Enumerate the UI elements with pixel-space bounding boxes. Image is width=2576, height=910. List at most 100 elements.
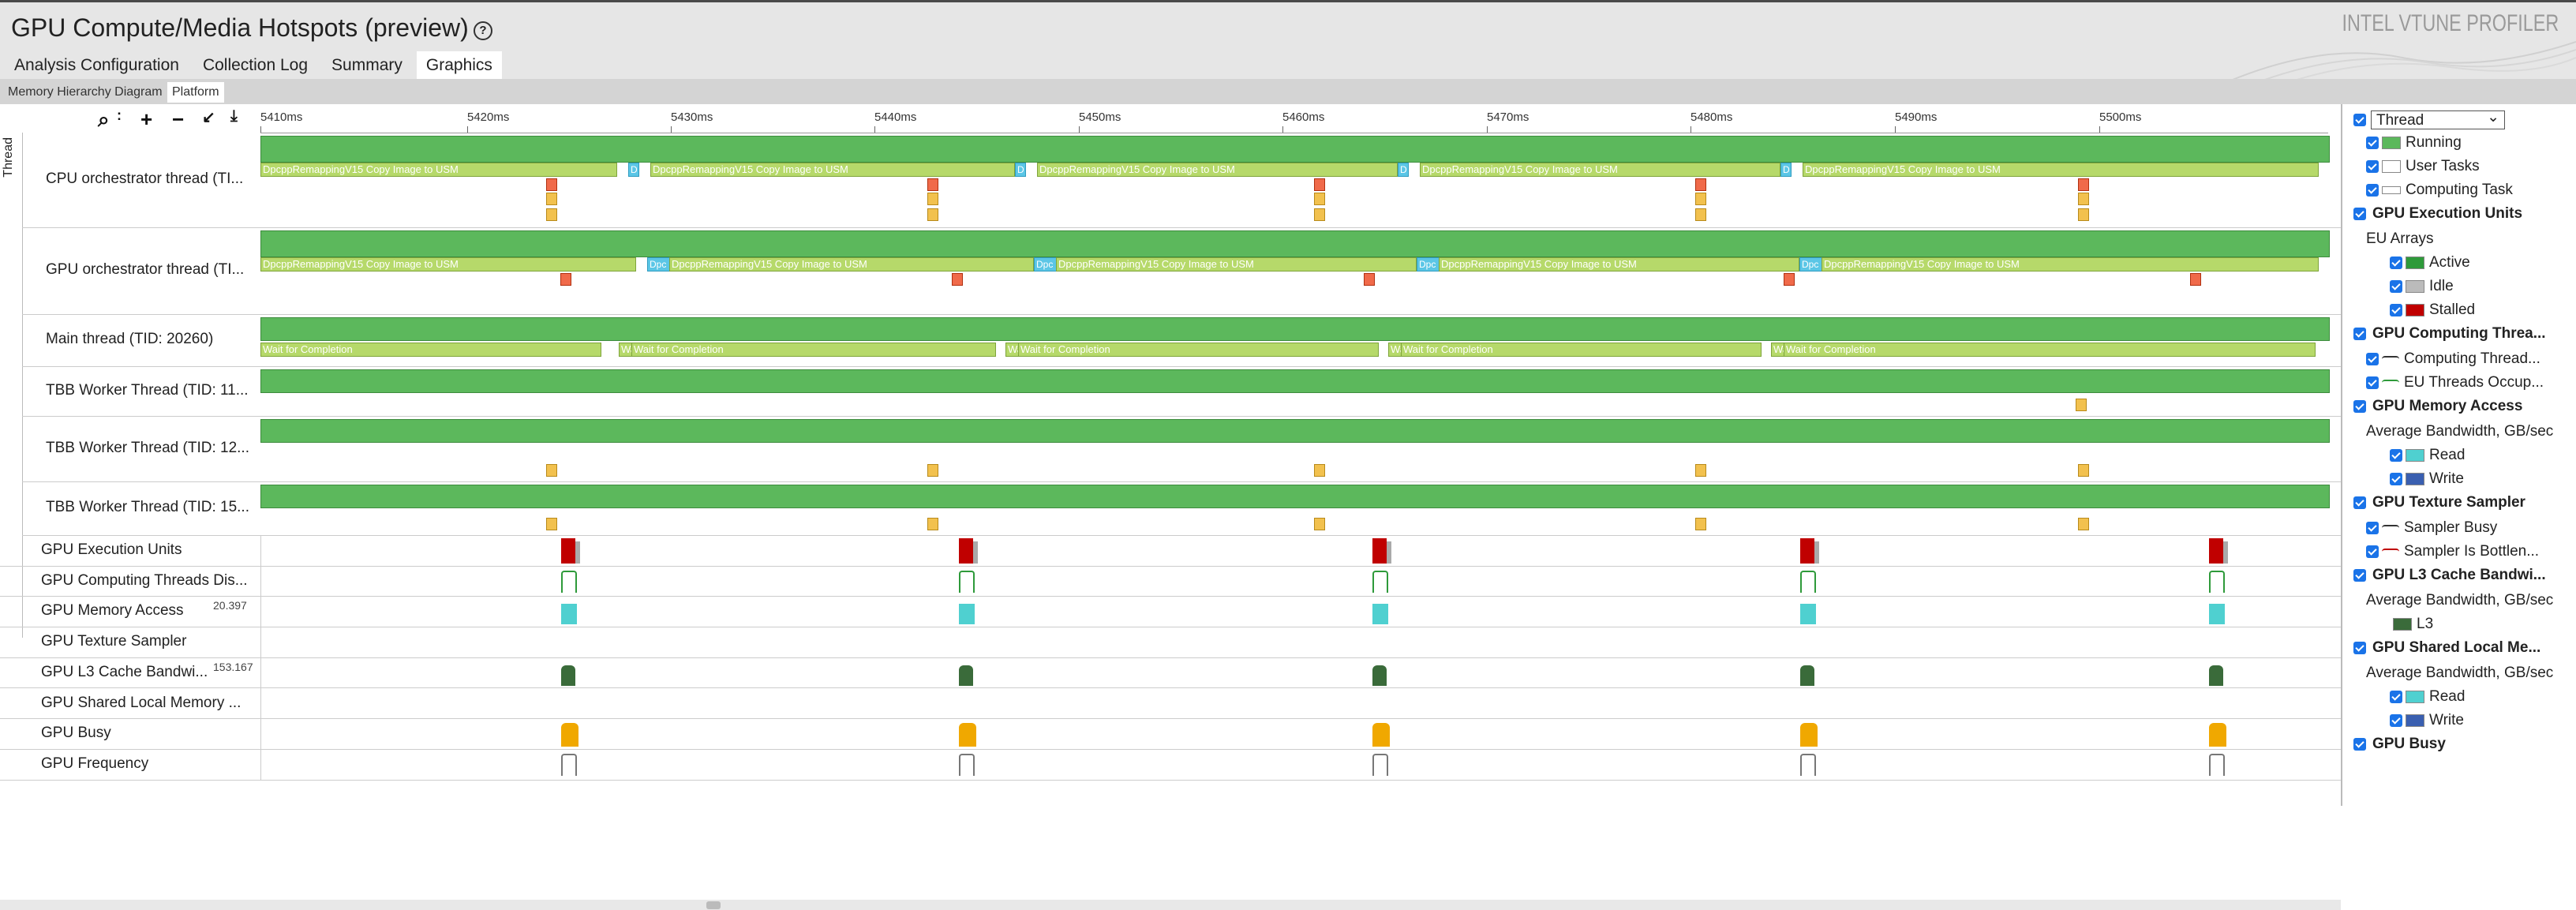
call-marker[interactable] (546, 193, 557, 205)
task-marker[interactable] (927, 518, 938, 530)
call-marker[interactable] (927, 193, 938, 205)
call-marker[interactable] (546, 208, 557, 221)
task-marker[interactable] (1314, 464, 1325, 477)
thread-lane[interactable] (260, 366, 2330, 416)
legend-checkbox[interactable] (2366, 521, 2379, 534)
call-marker[interactable] (1314, 178, 1325, 191)
legend-item[interactable]: Write (2390, 712, 2464, 729)
legend-checkbox[interactable] (2366, 159, 2379, 173)
call-marker[interactable] (927, 208, 938, 221)
gpu-metric-lane[interactable] (260, 657, 2329, 688)
gpu-metric-row[interactable]: GPU Computing Threads Dis... (0, 565, 2341, 597)
legend-checkbox[interactable] (2353, 496, 2366, 509)
legend-item[interactable]: Running (2366, 134, 2462, 152)
gpu-metric-lane[interactable] (260, 748, 2329, 780)
legend-item[interactable]: Computing Task (2366, 182, 2513, 199)
gpu-metric-lane[interactable] (260, 535, 2329, 566)
call-marker[interactable] (1695, 193, 1706, 205)
task-marker[interactable] (546, 464, 557, 477)
legend-checkbox[interactable] (2366, 183, 2379, 197)
gpu-metric-row[interactable]: GPU Memory Access 20.397 (0, 596, 2341, 628)
legend-item[interactable]: Sampler Is Bottlen... (2366, 543, 2539, 560)
task-bar[interactable]: Wait for Completion (1401, 343, 1762, 357)
zoom-mode-icon[interactable]: : (117, 107, 122, 124)
thread-lane[interactable]: DpcppRemappingV15 Copy Image to USM Dpc Dp… (260, 227, 2330, 314)
task-bar[interactable]: DpcppRemappingV15 Copy Image to USM (260, 257, 636, 272)
scroll-thumb[interactable] (706, 901, 721, 909)
call-marker[interactable] (1695, 208, 1706, 221)
call-marker[interactable] (2190, 273, 2201, 286)
legend-checkbox[interactable] (2366, 136, 2379, 149)
legend-group-header[interactable]: GPU Texture Sampler (2353, 494, 2525, 511)
task-bar[interactable]: Wait for Completion (631, 343, 996, 357)
thread-lane[interactable] (260, 481, 2330, 535)
legend-item[interactable]: Write (2390, 470, 2464, 488)
task-bar[interactable]: DpcppRemappingV15 Copy Image to USM (1803, 163, 2319, 177)
task-marker[interactable] (927, 464, 938, 477)
legend-checkbox[interactable] (2353, 207, 2366, 220)
horizontal-scrollbar[interactable] (0, 900, 2341, 910)
computing-task[interactable]: D (1015, 163, 1026, 177)
legend-item[interactable]: Read (2390, 447, 2465, 464)
thread-row[interactable]: GPU orchestrator thread (TI... DpcppRemap… (22, 227, 2341, 315)
task-bar[interactable]: DpcppRemappingV15 Copy Image to USM (1056, 257, 1417, 272)
call-marker[interactable] (2078, 193, 2089, 205)
call-marker[interactable] (1314, 208, 1325, 221)
task-marker[interactable] (2078, 464, 2089, 477)
legend-checkbox[interactable] (2353, 641, 2366, 654)
help-icon[interactable]: ? (474, 21, 492, 40)
thread-lane[interactable] (260, 416, 2330, 481)
gpu-metric-row[interactable]: GPU Texture Sampler (0, 627, 2341, 658)
thread-grouping-select[interactable]: Thread ⌄ (2371, 109, 2505, 129)
legend-checkbox[interactable] (2353, 737, 2366, 751)
legend-checkbox[interactable] (2390, 690, 2402, 703)
legend-item[interactable]: Read (2390, 688, 2465, 706)
gpu-metric-lane[interactable] (260, 687, 2329, 719)
gpu-metric-row[interactable]: GPU Busy (0, 718, 2341, 750)
gpu-metric-lane[interactable] (260, 596, 2329, 627)
zoom-in-icon[interactable]: + (140, 107, 152, 132)
zoom-out-icon[interactable]: − (172, 107, 184, 132)
gpu-metric-row[interactable]: GPU Frequency (0, 748, 2341, 781)
task-marker[interactable] (1695, 464, 1706, 477)
legend-group-header[interactable]: GPU Computing Threa... (2353, 325, 2546, 343)
task-marker[interactable] (1314, 518, 1325, 530)
legend-checkbox[interactable] (2366, 545, 2379, 558)
legend-checkbox[interactable] (2366, 352, 2379, 365)
tab-summary[interactable]: Summary (322, 51, 412, 81)
gpu-metric-lane[interactable] (260, 718, 2329, 749)
task-bar[interactable]: Wait for Completion (1784, 343, 2316, 357)
computing-task[interactable]: D (1398, 163, 1409, 177)
call-marker[interactable] (952, 273, 963, 286)
call-marker[interactable] (927, 178, 938, 191)
task-bar[interactable]: Wait for Completion (260, 343, 601, 357)
gpu-metric-row[interactable]: GPU L3 Cache Bandwi... 153.167 (0, 657, 2341, 689)
legend-group-header[interactable]: GPU L3 Cache Bandwi... (2353, 567, 2546, 584)
thread-row[interactable]: CPU orchestrator thread (TI... DpcppRemap… (22, 133, 2341, 228)
zoom-reset-icon[interactable]: ⤓ (230, 107, 238, 125)
legend-checkbox[interactable] (2390, 256, 2402, 269)
legend-checkbox[interactable] (2366, 376, 2379, 389)
thread-lane[interactable]: DpcppRemappingV15 Copy Image to USM D Dpcp… (260, 133, 2330, 227)
task-bar[interactable]: DpcppRemappingV15 Copy Image to USM (1822, 257, 2319, 272)
call-marker[interactable] (560, 273, 571, 286)
checkbox-thread[interactable] (2353, 114, 2366, 126)
task-marker[interactable] (546, 518, 557, 530)
legend-item[interactable]: EU Threads Occup... (2366, 374, 2544, 391)
tab-analysis-configuration[interactable]: Analysis Configuration (5, 51, 189, 81)
legend-checkbox[interactable] (2390, 713, 2402, 727)
call-marker[interactable] (1364, 273, 1375, 286)
subtab-platform[interactable]: Platform (167, 82, 224, 103)
thread-lane[interactable]: Wait for CompletionWaWait for Completion… (260, 314, 2330, 366)
legend-group-header[interactable]: GPU Busy (2353, 736, 2446, 753)
legend-checkbox[interactable] (2390, 472, 2402, 485)
tab-graphics[interactable]: Graphics (416, 51, 502, 81)
task-bar[interactable]: DpcppRemappingV15 Copy Image to USM (1439, 257, 1799, 272)
task-bar[interactable]: DpcppRemappingV15 Copy Image to USM (650, 163, 1015, 177)
legend-group-header[interactable]: GPU Shared Local Me... (2353, 639, 2540, 657)
task-marker[interactable] (2078, 518, 2089, 530)
zoom-search-icon[interactable]: ⌕ (98, 107, 110, 133)
task-bar[interactable]: DpcppRemappingV15 Copy Image to USM (1037, 163, 1398, 177)
legend-item[interactable]: Stalled (2390, 301, 2475, 319)
task-bar[interactable]: DpcppRemappingV15 Copy Image to USM (669, 257, 1034, 272)
